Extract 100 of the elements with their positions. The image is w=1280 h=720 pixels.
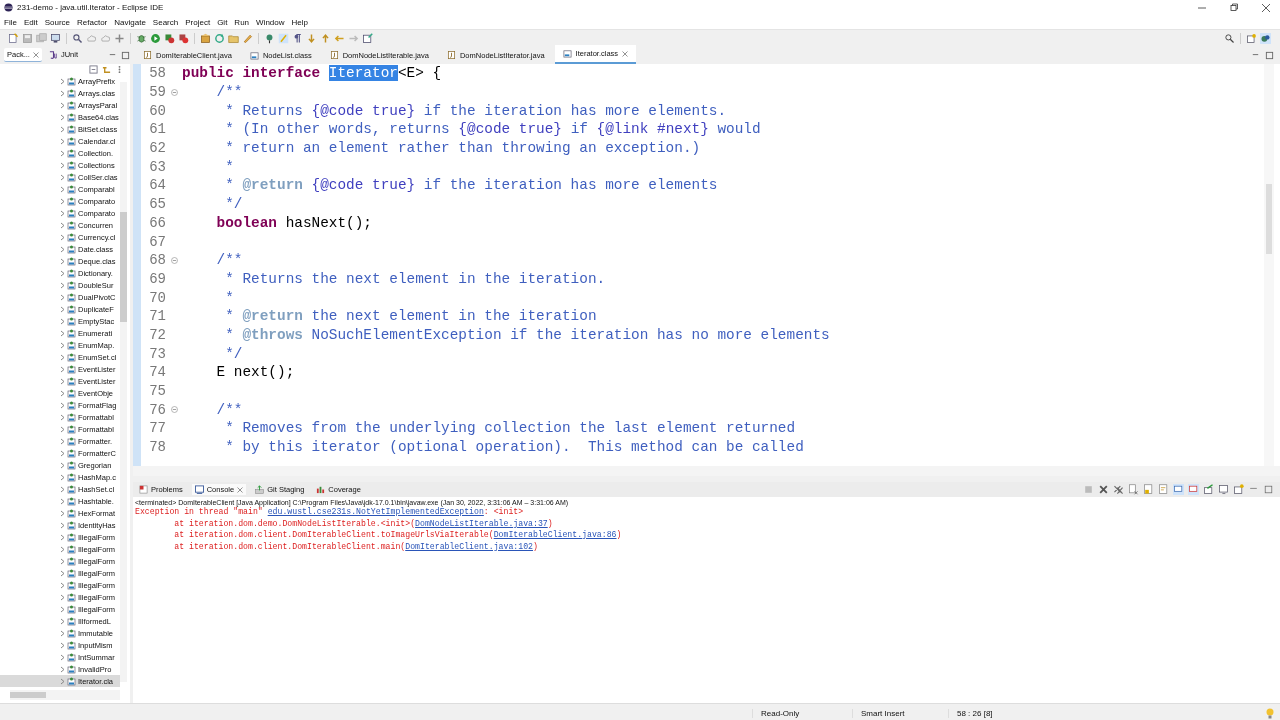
class-file-icon (67, 640, 76, 650)
open-window-icon[interactable] (362, 32, 373, 44)
perspective-icon[interactable] (1260, 32, 1271, 44)
link-editor-icon[interactable] (102, 65, 111, 74)
cloud-icon[interactable] (100, 32, 111, 44)
paragraph-icon[interactable] (292, 32, 303, 44)
line-number: 61 (148, 121, 166, 138)
pin-icon[interactable] (264, 32, 275, 44)
class-file-icon (67, 652, 76, 662)
class-file-icon (67, 232, 76, 242)
menu-item[interactable]: Git (216, 17, 229, 27)
run-coverage-icon[interactable] (164, 32, 175, 44)
monitor-icon[interactable] (50, 32, 61, 44)
pin-console-icon[interactable] (1203, 484, 1214, 495)
menu-item[interactable]: Run (233, 17, 251, 27)
class-file-icon (562, 49, 572, 58)
menu-item[interactable]: File (3, 17, 18, 27)
pencil-icon[interactable] (242, 32, 253, 44)
class-file-icon (67, 460, 76, 470)
maximize-icon[interactable] (1265, 50, 1274, 60)
collapse-icon[interactable] (170, 406, 178, 414)
line-number: 60 (148, 102, 166, 119)
source-link[interactable]: DomNodeListIterable.java:37 (415, 518, 548, 528)
maximize-icon[interactable] (1263, 484, 1274, 495)
remove-icon[interactable] (1098, 484, 1109, 495)
class-file-icon (67, 484, 76, 494)
scroll-lock-icon[interactable] (1143, 484, 1154, 495)
word-wrap-icon[interactable] (1158, 484, 1169, 495)
new-file-icon[interactable] (8, 32, 19, 44)
class-file-icon (67, 88, 76, 98)
source-link[interactable]: edu.wustl.cse231s.NotYetImplementedException (267, 507, 484, 516)
remove-all-icon[interactable] (1113, 484, 1124, 495)
source-link[interactable]: DomIterableClient.java:86 (493, 530, 617, 539)
code-line: * (In other words, returns {@code true} if {@link #next} would (224, 121, 761, 138)
close-icon[interactable] (32, 51, 39, 58)
arrow-down-icon[interactable] (306, 32, 317, 44)
eclipse-logo-icon (4, 3, 13, 12)
class-file-icon (67, 424, 76, 434)
show-output-icon[interactable] (1173, 484, 1184, 495)
menu-item[interactable]: Search (151, 17, 180, 27)
status-item: Smart Insert (852, 708, 948, 718)
class-file-icon (67, 580, 76, 590)
folder-icon[interactable] (228, 32, 239, 44)
class-file-icon (67, 280, 76, 290)
new-console-icon[interactable] (1233, 484, 1244, 495)
class-file-icon (67, 568, 76, 578)
refresh-icon[interactable] (214, 32, 225, 44)
line-number: 70 (148, 289, 166, 306)
collapse-icon[interactable] (170, 256, 178, 264)
maximize-icon[interactable] (121, 50, 130, 60)
menu-item[interactable]: Navigate (113, 17, 147, 27)
java-file-icon (143, 51, 152, 60)
line-number: 59 (148, 84, 166, 101)
menu-item[interactable]: Project (184, 17, 212, 27)
save-icon[interactable] (22, 32, 33, 44)
class-file-icon (67, 76, 76, 86)
collapse-all-icon[interactable] (89, 65, 98, 74)
class-file-icon (67, 364, 76, 374)
class-file-icon (67, 604, 76, 614)
menu-item[interactable]: Source (43, 17, 72, 27)
class-file-icon (67, 172, 76, 182)
source-link[interactable]: DomIterableClient.java:102 (405, 541, 533, 551)
code-line: */ (224, 196, 243, 213)
close-icon[interactable] (237, 486, 244, 493)
line-number: 68 (148, 252, 166, 269)
line-number: 72 (148, 326, 166, 343)
class-file-icon (67, 148, 76, 158)
display-console-icon[interactable] (1218, 484, 1229, 495)
line-number: 63 (148, 158, 166, 175)
console-text: ) (616, 530, 622, 539)
stop-icon[interactable] (1083, 484, 1094, 495)
line-number: 77 (148, 420, 166, 437)
line-number: 64 (148, 177, 166, 194)
class-file-icon (67, 388, 76, 398)
collapse-icon[interactable] (170, 88, 178, 96)
menu-item[interactable]: Help (290, 17, 309, 27)
class-file-icon (67, 292, 76, 302)
menu-item[interactable]: Refactor (76, 17, 109, 27)
menu-item[interactable]: Edit (22, 17, 39, 27)
run-external-icon[interactable] (178, 32, 189, 44)
search-icon[interactable] (72, 32, 83, 44)
search-icon[interactable] (1224, 32, 1235, 44)
menu-item[interactable]: Window (255, 17, 286, 27)
close-icon[interactable] (622, 50, 629, 57)
class-file-icon (67, 376, 76, 386)
arrow-up-icon[interactable] (320, 32, 331, 44)
run-icon[interactable] (150, 32, 161, 44)
window-title: 231-demo - java.util.Iterator - Eclipse IDE (17, 3, 165, 12)
class-file-icon (67, 496, 76, 506)
bug-icon[interactable] (136, 32, 147, 44)
open-perspective-icon[interactable] (1246, 32, 1257, 44)
clear-console-icon[interactable] (1128, 484, 1139, 495)
class-file-icon (67, 112, 76, 122)
code-line: * return an element rather than throwing an exception.) (224, 140, 701, 157)
show-error-icon[interactable] (1188, 484, 1199, 495)
plus-icon[interactable] (114, 32, 125, 44)
lightbulb-icon[interactable] (1266, 707, 1274, 719)
code-line: * Removes from the underlying collection the last element returned (224, 420, 796, 437)
class-file-icon (67, 160, 76, 170)
package-icon[interactable] (200, 32, 211, 44)
